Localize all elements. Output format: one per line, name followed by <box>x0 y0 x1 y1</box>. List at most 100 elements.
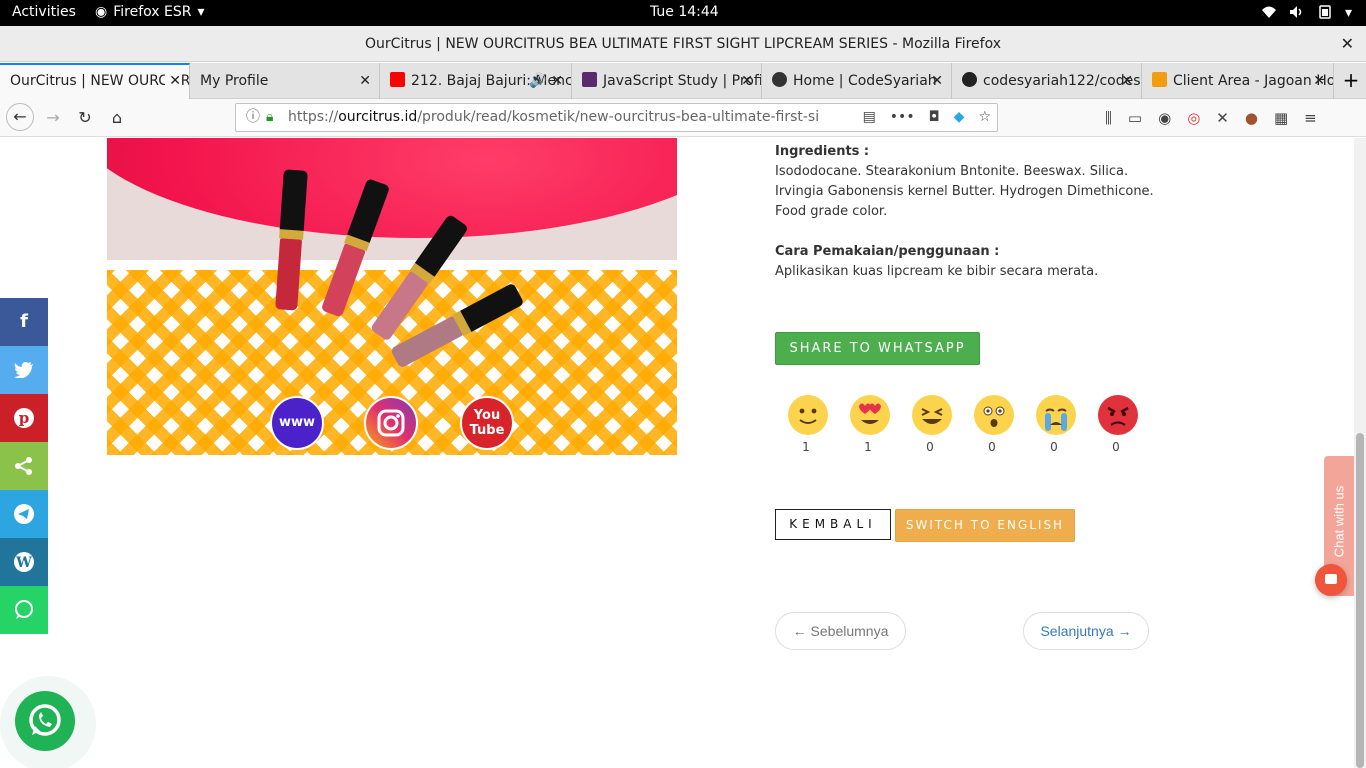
tab-label: Home | CodeSyariah <box>793 73 937 89</box>
pinterest-share-icon[interactable]: p <box>0 394 48 442</box>
bookmark-star-icon[interactable]: ☆ <box>978 104 991 131</box>
navigation-toolbar: ← → ↻ ⌂ ⓘ 🔒︎ https://ourcitrus.id/produk… <box>0 99 1366 137</box>
twitter-share-icon[interactable] <box>0 346 48 394</box>
whatsapp-share-icon[interactable] <box>0 586 48 634</box>
usage-heading: Cara Pemakaian/penggunaan : <box>775 244 1000 259</box>
javascript-study-icon <box>582 72 597 87</box>
next-post-button[interactable]: Selanjutnya → <box>1023 612 1149 650</box>
app-menu[interactable]: ◉ Firefox ESR ▾ <box>95 4 205 20</box>
previous-post-button[interactable]: ← Sebelumnya <box>775 612 906 650</box>
lock-icon: 🔒︎ <box>266 109 274 125</box>
codesyariah-icon <box>772 72 787 87</box>
tab-codesyariah[interactable]: Home | CodeSyariah ✕ <box>762 63 952 99</box>
x-extension-icon[interactable]: ✕ <box>1216 109 1229 127</box>
back-button[interactable]: KEMBALI <box>775 509 891 540</box>
reaction-count: 0 <box>926 440 934 454</box>
whatsapp-float-button[interactable] <box>0 676 96 768</box>
system-top-bar: Activities ◉ Firefox ESR ▾ Tue 14:44 ▾ <box>0 0 1366 26</box>
app-menu-label: Firefox ESR <box>113 4 192 20</box>
extension-red-icon[interactable]: ◎ <box>1187 109 1200 127</box>
sidebar-icon[interactable]: ▭ <box>1128 109 1142 127</box>
wordpress-share-icon[interactable]: W <box>0 538 48 586</box>
window-title-bar: OurCitrus | NEW OURCITRUS BEA ULTIMATE F… <box>0 26 1366 62</box>
close-icon[interactable]: ✕ <box>1117 63 1133 99</box>
share-to-whatsapp-button[interactable]: SHARE TO WHATSAPP <box>775 332 980 365</box>
tab-my-profile[interactable]: My Profile ✕ <box>190 63 380 99</box>
ingredients-line: Food grade color. <box>775 204 888 219</box>
url-text[interactable]: https://ourcitrus.id/produk/read/kosmeti… <box>288 104 818 131</box>
reaction-count: 1 <box>802 440 810 454</box>
wifi-icon <box>1261 5 1277 23</box>
reader-view-icon[interactable]: ▤ <box>863 104 876 131</box>
home-button[interactable]: ⌂ <box>104 105 130 131</box>
reaction-count: 1 <box>864 440 872 454</box>
reaction-count: 0 <box>1050 440 1058 454</box>
page-scrollbar[interactable] <box>1354 138 1366 768</box>
tab-youtube[interactable]: 212. Bajaj Bajuri: Mencari Jodoh 🔊 ✕ <box>380 63 572 99</box>
close-icon[interactable]: ✕ <box>927 63 943 99</box>
toolbar-right: ⫼ ▭ ◉ ◎ ✕ ● ▦ ≡ <box>1105 109 1317 127</box>
menu-icon[interactable]: ≡ <box>1304 109 1317 127</box>
chat-bubble-icon[interactable] <box>1315 564 1347 596</box>
tab-javascript-study[interactable]: JavaScript Study | Profile ✕ <box>572 63 762 99</box>
jagoan-hosting-icon <box>1152 72 1167 87</box>
system-tray[interactable]: ▾ <box>1261 5 1352 23</box>
telegram-share-icon[interactable] <box>0 490 48 538</box>
activities-button[interactable]: Activities <box>12 4 76 20</box>
address-bar-actions: ▤ ••• ◘ ◆ ☆ <box>863 104 991 131</box>
cookie-icon[interactable]: ● <box>1245 109 1258 127</box>
back-button[interactable]: ← <box>6 103 34 131</box>
close-icon[interactable]: 🔊 ✕ <box>525 63 563 99</box>
reaction-angry-icon[interactable] <box>1098 395 1138 435</box>
page-content: www You Tube Ingredients : Isododocane. S… <box>0 138 1366 768</box>
close-icon[interactable]: ✕ <box>1341 26 1354 62</box>
reaction-count: 0 <box>1112 440 1120 454</box>
chat-with-us-label: Chat with us <box>1331 485 1347 558</box>
reaction-smile-icon[interactable] <box>788 395 828 435</box>
facebook-share-icon[interactable]: f <box>0 298 48 346</box>
page-actions-icon[interactable]: ••• <box>890 104 915 131</box>
reaction-cry-icon[interactable] <box>1036 395 1076 435</box>
youtube-icon: You Tube <box>460 396 514 450</box>
close-icon[interactable]: ✕ <box>355 63 371 99</box>
tab-label: My Profile <box>200 73 269 89</box>
new-tab-button[interactable]: + <box>1336 63 1366 99</box>
close-icon[interactable]: ✕ <box>165 65 181 97</box>
github-icon <box>962 72 977 87</box>
scrollbar-thumb[interactable] <box>1356 433 1364 768</box>
reaction-wow-icon[interactable] <box>974 395 1014 435</box>
switch-to-english-button[interactable]: SWITCH TO ENGLISH <box>895 509 1075 542</box>
firefox-icon: ◉ <box>95 4 108 20</box>
forward-button[interactable]: → <box>40 105 66 131</box>
website-icon: www <box>270 396 324 450</box>
info-icon[interactable]: ⓘ <box>246 104 260 131</box>
reload-button[interactable]: ↻ <box>72 105 98 131</box>
battery-icon <box>1317 5 1333 23</box>
chevron-down-icon: ▾ <box>197 4 205 20</box>
close-icon[interactable]: ✕ <box>1309 63 1325 99</box>
tab-ourcitrus[interactable]: OurCitrus | NEW OURCITRUS BEA ULTIMATE F… <box>0 63 190 99</box>
close-icon[interactable]: ✕ <box>737 63 753 99</box>
whatsapp-icon <box>15 691 75 751</box>
tab-jagoan-hosting[interactable]: Client Area - Jagoan Hosting ✕ <box>1142 63 1334 99</box>
address-bar[interactable]: ⓘ 🔒︎ https://ourcitrus.id/produk/read/ko… <box>235 103 998 132</box>
library-icon[interactable]: ⫼ <box>1105 109 1112 127</box>
account-icon[interactable]: ◉ <box>1158 109 1171 127</box>
qr-icon[interactable]: ▦ <box>1274 109 1288 127</box>
reaction-love-icon[interactable] <box>850 395 890 435</box>
youtube-icon <box>390 72 405 87</box>
chevron-down-icon: ▾ <box>1344 5 1352 21</box>
clock[interactable]: Tue 14:44 <box>650 4 719 20</box>
reaction-laugh-icon[interactable] <box>912 395 952 435</box>
tab-strip: OurCitrus | NEW OURCITRUS BEA ULTIMATE F… <box>0 63 1366 99</box>
reaction-count: 0 <box>988 440 996 454</box>
tab-github[interactable]: codesyariah122/codesyariah ✕ <box>952 63 1142 99</box>
pocket-icon[interactable]: ◘ <box>929 104 940 131</box>
tab-label: OurCitrus | NEW OURCITRUS BEA ULTIMATE F… <box>10 73 190 89</box>
share-icon[interactable] <box>0 442 48 490</box>
usage-text: Aplikasikan kuas lipcream ke bibir secar… <box>775 264 1099 279</box>
lips-photo <box>107 138 677 260</box>
extension-icon[interactable]: ◆ <box>954 104 965 131</box>
instagram-icon <box>364 396 418 450</box>
ingredients-heading: Ingredients : <box>775 144 870 159</box>
